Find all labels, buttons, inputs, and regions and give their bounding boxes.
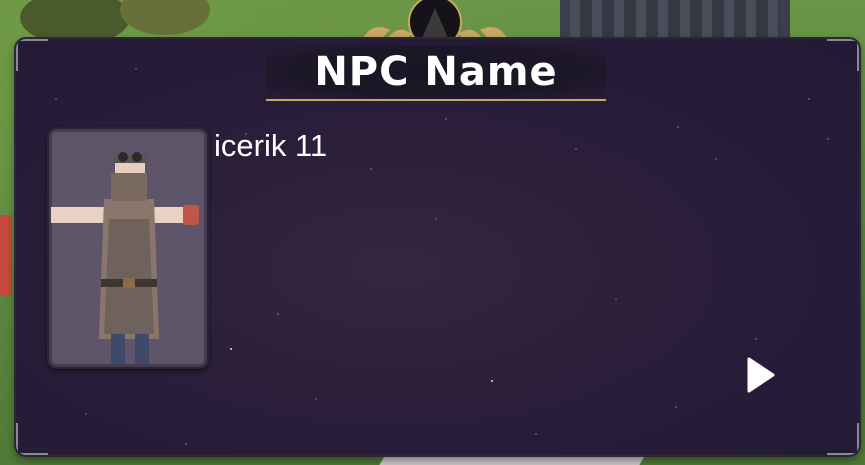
play-triangle-icon bbox=[747, 357, 775, 393]
dialog-title-plate: NPC Name bbox=[266, 45, 606, 101]
panel-corner bbox=[16, 39, 48, 71]
next-dialog-button[interactable] bbox=[740, 352, 780, 398]
npc-name-title: NPC Name bbox=[314, 49, 558, 95]
panel-corner bbox=[16, 423, 48, 455]
dialog-text: icerik 11 bbox=[214, 128, 328, 163]
panel-corner bbox=[827, 39, 859, 71]
npc-portrait bbox=[47, 127, 209, 369]
panel-corner bbox=[827, 423, 859, 455]
market-stall bbox=[0, 215, 12, 295]
npc-blacksmith-portrait-icon bbox=[51, 152, 199, 364]
